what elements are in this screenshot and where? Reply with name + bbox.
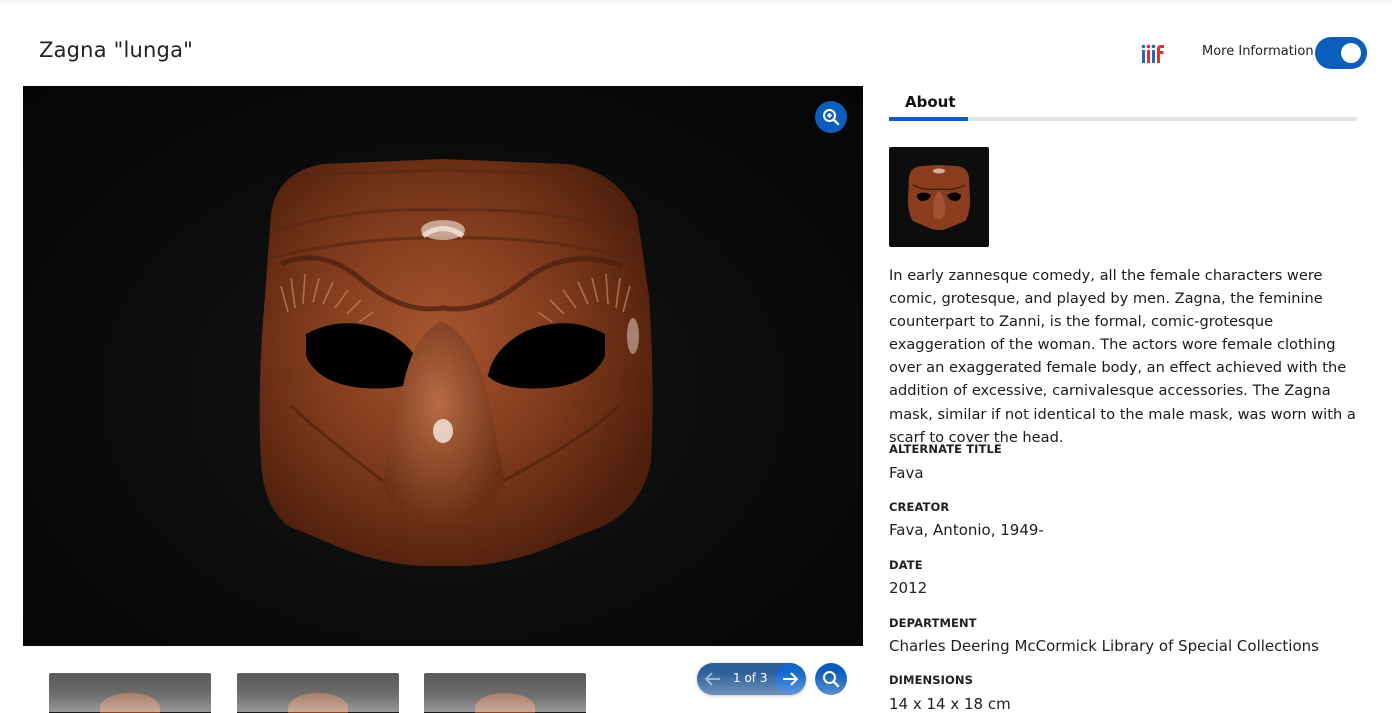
meta-label-dimensions: DIMENSIONS [889,673,973,687]
meta-label-creator: CREATOR [889,500,950,514]
arrow-left-icon [705,672,720,686]
zoom-in-button[interactable] [815,101,847,133]
previous-button[interactable] [699,665,727,693]
search-button[interactable] [815,663,847,695]
thumbnail-2[interactable] [237,673,399,713]
meta-value-dimensions: 14 x 14 x 18 cm [889,695,1011,713]
more-information-toggle[interactable] [1315,37,1367,69]
meta-label-department: DEPARTMENT [889,616,977,630]
thumbnail-1[interactable] [49,673,211,713]
page-title: Zagna "lunga" [39,38,194,62]
meta-value-department: Charles Deering McCormick Library of Spe… [889,637,1319,655]
toggle-knob [1341,43,1361,63]
meta-value-date: 2012 [889,579,928,597]
item-description: In early zannesque comedy, all the femal… [889,267,1356,446]
mask-image [259,159,653,567]
sidebar-tabs: About [889,90,1357,122]
tab-active-indicator [889,117,968,121]
zoom-in-icon [823,109,840,126]
image-viewer[interactable] [23,86,863,646]
more-information-label: More Information [1202,44,1314,59]
meta-label-alternate-title: ALTERNATE TITLE [889,442,1002,456]
thumbnail-3[interactable] [424,673,586,713]
meta-value-alternate-title: Fava [889,464,924,482]
search-icon [823,671,840,688]
tab-about[interactable]: About [905,93,956,111]
arrow-right-icon [783,672,798,686]
page-navigator: 1 of 3 [697,663,806,695]
meta-label-date: DATE [889,558,923,572]
next-button[interactable] [775,664,805,694]
page-count: 1 of 3 [733,671,768,685]
meta-value-creator: Fava, Antonio, 1949- [889,521,1044,539]
mask-thumbnail-image [908,165,970,230]
top-border [0,0,1392,4]
iiif-logo-icon[interactable] [1141,44,1165,64]
sidebar-thumbnail[interactable] [889,147,989,247]
